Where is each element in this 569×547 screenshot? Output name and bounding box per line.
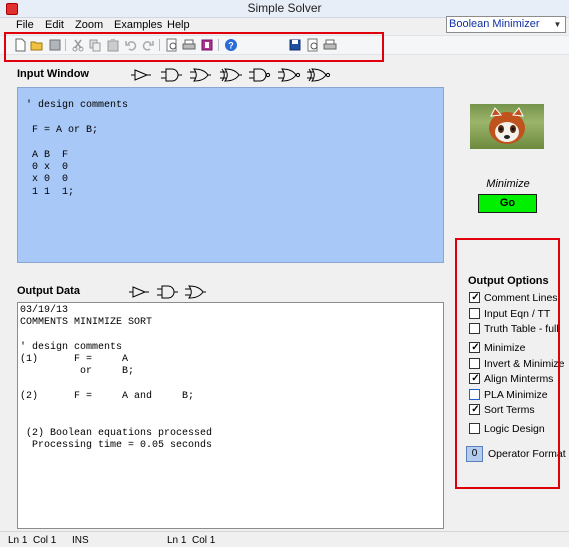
or-gate-icon[interactable] <box>190 68 211 82</box>
buffer-gate-icon[interactable] <box>131 69 151 81</box>
and-gate-icon[interactable] <box>161 68 182 82</box>
output-text: 03/19/13 COMMENTS MINIMIZE SORT ' design… <box>20 305 213 452</box>
go-button[interactable]: Go <box>478 194 537 213</box>
red-panda-image <box>470 104 544 149</box>
input-window-label: Input Window <box>17 68 89 80</box>
nor-gate-icon[interactable] <box>278 68 301 82</box>
status-ins: INS <box>72 535 89 546</box>
input-gate-toolbar <box>131 68 331 82</box>
toolbar-highlight-box <box>4 32 384 62</box>
output-data-label: Output Data <box>17 285 80 297</box>
buffer-gate-icon[interactable] <box>129 286 149 298</box>
status-line: Ln 1 <box>8 535 28 546</box>
mode-select[interactable]: Boolean Minimizer ▼ <box>446 16 566 33</box>
menu-file[interactable]: File <box>16 19 34 31</box>
or-gate-icon[interactable] <box>185 285 206 299</box>
input-editor[interactable]: ' design comments F = A or B; A B F 0 x … <box>17 87 444 263</box>
status-col: Col 1 <box>33 535 57 546</box>
chevron-down-icon[interactable]: ▼ <box>551 18 564 31</box>
menu-edit[interactable]: Edit <box>45 19 64 31</box>
output-options-highlight-box <box>455 238 560 489</box>
and-gate-icon[interactable] <box>157 285 178 299</box>
menu-help[interactable]: Help <box>167 19 190 31</box>
xnor-gate-icon[interactable] <box>307 68 331 82</box>
status-line-output: Ln 1 <box>167 535 187 546</box>
input-text: ' design comments F = A or B; A B F 0 x … <box>26 100 129 198</box>
output-gate-toolbar <box>129 285 206 299</box>
mode-select-value: Boolean Minimizer <box>449 18 540 30</box>
status-bar: Ln 1 Col 1 INS Ln 1 Col 1 <box>0 531 569 547</box>
menu-zoom[interactable]: Zoom <box>75 19 103 31</box>
menu-examples[interactable]: Examples <box>114 19 162 31</box>
xor-gate-icon[interactable] <box>220 68 242 82</box>
window-title: Simple Solver <box>247 1 322 15</box>
nand-gate-icon[interactable] <box>249 68 271 82</box>
minimize-label: Minimize <box>486 178 530 190</box>
status-col-output: Col 1 <box>192 535 216 546</box>
output-viewer[interactable]: 03/19/13 COMMENTS MINIMIZE SORT ' design… <box>17 302 444 529</box>
